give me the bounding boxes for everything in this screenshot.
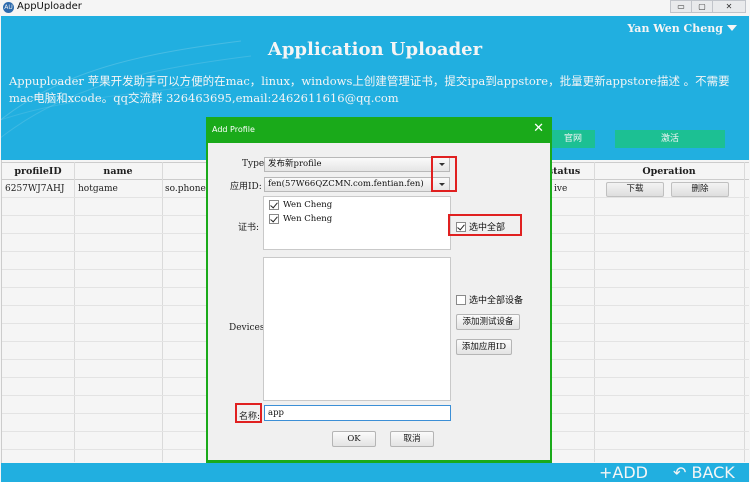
add-app-id-button[interactable]: 添加应用ID [456, 339, 512, 355]
dialog-title: Add Profile [212, 125, 255, 134]
profile-name-input[interactable]: app [264, 405, 451, 421]
add-profile-dialog: Add Profile ✕ Type: 发布新profile 应用ID: fen… [206, 117, 552, 463]
highlight-name-label [235, 403, 262, 423]
certificate-item[interactable]: Wen Cheng [269, 200, 332, 211]
dialog-close-icon[interactable]: ✕ [533, 121, 544, 136]
checkbox-unchecked-icon[interactable] [456, 294, 466, 305]
checkbox-checked-icon[interactable] [269, 200, 279, 210]
highlight-dropdown-arrows [431, 156, 457, 192]
type-select-value: 发布新profile [268, 159, 322, 169]
devices-label: Devices: [229, 323, 268, 333]
select-all-devices[interactable]: 选中全部设备 [456, 293, 523, 306]
devices-list[interactable] [263, 257, 451, 401]
type-select[interactable]: 发布新profile [264, 157, 450, 172]
ok-button[interactable]: OK [332, 431, 376, 447]
add-test-device-button[interactable]: 添加测试设备 [456, 314, 520, 330]
certificate-label: 证书: [238, 223, 260, 233]
certificate-list[interactable]: Wen Cheng Wen Cheng [263, 196, 451, 250]
app-id-label: 应用ID: [230, 182, 262, 192]
app-id-select-value: fen(57W66QZCMN.com.fentian.fen) [268, 179, 424, 189]
dialog-body: Type: 发布新profile 应用ID: fen(57W66QZCMN.co… [208, 143, 550, 460]
checkbox-checked-icon[interactable] [269, 214, 279, 224]
app-id-select[interactable]: fen(57W66QZCMN.com.fentian.fen) [264, 177, 450, 192]
certificate-item[interactable]: Wen Cheng [269, 214, 332, 225]
highlight-select-all [448, 214, 522, 236]
cancel-button[interactable]: 取消 [390, 431, 434, 447]
